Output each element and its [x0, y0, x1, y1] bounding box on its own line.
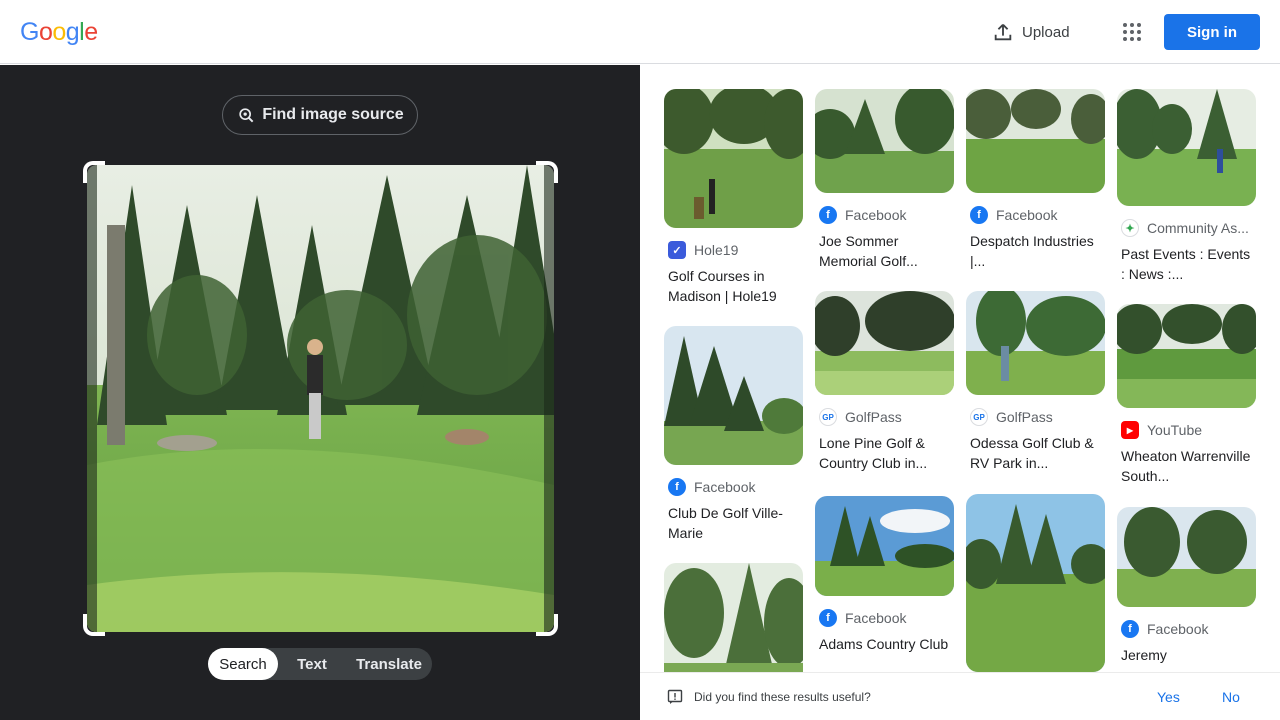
- facebook-icon: f: [1121, 620, 1139, 638]
- result-source: f Facebook: [815, 205, 954, 225]
- result-title[interactable]: Past Events : Events : News :...: [1117, 244, 1256, 284]
- feedback-no-button[interactable]: No: [1222, 689, 1240, 705]
- feedback-icon: [667, 689, 683, 704]
- result-title[interactable]: Adams Country Club: [815, 634, 954, 654]
- logo-letter: e: [84, 18, 98, 46]
- result-source-name: GolfPass: [845, 409, 902, 425]
- result-source-name: YouTube: [1147, 422, 1203, 438]
- logo-letter: o: [52, 18, 66, 46]
- result-source-name: Community As...: [1147, 220, 1249, 236]
- feedback-bar: Did you find these results useful? Yes N…: [640, 672, 1280, 720]
- result-title[interactable]: Despatch Industries |...: [966, 231, 1105, 271]
- lens-image-panel: Find image source Search Text Translate: [0, 65, 640, 720]
- result-thumbnail[interactable]: [1117, 507, 1256, 607]
- result-thumbnail[interactable]: [966, 89, 1105, 193]
- crop-handle-bottom-right[interactable]: [536, 614, 558, 636]
- result-card[interactable]: ▶ YouTube Wheaton Warrenville South...: [1117, 304, 1256, 486]
- golfpass-icon: GP: [970, 408, 988, 426]
- result-card[interactable]: f Facebook Adams Country Club: [815, 496, 954, 654]
- facebook-icon: f: [819, 609, 837, 627]
- result-card[interactable]: ✦ Community As... Past Events : Events :…: [1117, 89, 1256, 284]
- facebook-icon: f: [970, 206, 988, 224]
- result-source: GP GolfPass: [966, 407, 1105, 427]
- result-source-name: Facebook: [845, 207, 907, 223]
- find-image-source-button[interactable]: Find image source: [222, 95, 418, 135]
- logo-letter: g: [65, 18, 80, 46]
- golfpass-icon: GP: [819, 408, 837, 426]
- crop-handle-top-left[interactable]: [83, 161, 105, 183]
- result-card[interactable]: f Facebook Despatch Industries |...: [966, 89, 1105, 271]
- result-thumbnail[interactable]: [1117, 89, 1256, 206]
- apps-grid-icon[interactable]: [1120, 20, 1144, 44]
- query-image: [87, 165, 554, 632]
- feedback-yes-button[interactable]: Yes: [1157, 689, 1180, 705]
- result-thumbnail[interactable]: [664, 89, 803, 228]
- result-source-name: Facebook: [996, 207, 1058, 223]
- result-title[interactable]: Golf Courses in Madison | Hole19: [664, 266, 803, 306]
- result-card[interactable]: f Facebook Jeremy: [1117, 507, 1256, 665]
- result-card[interactable]: GP GolfPass Lone Pine Golf & Country Clu…: [815, 291, 954, 473]
- crop-handle-top-right[interactable]: [536, 161, 558, 183]
- result-source: f Facebook: [966, 205, 1105, 225]
- result-thumbnail[interactable]: [815, 496, 954, 596]
- google-logo[interactable]: Google: [20, 18, 98, 47]
- tab-search[interactable]: Search: [208, 648, 278, 680]
- result-title[interactable]: Lone Pine Golf & Country Club in...: [815, 433, 954, 473]
- result-card[interactable]: f Facebook Club De Golf Ville-Marie: [664, 326, 803, 543]
- facebook-icon: f: [668, 478, 686, 496]
- result-thumbnail[interactable]: [664, 326, 803, 465]
- logo-letter: G: [20, 18, 39, 46]
- result-title[interactable]: Club De Golf Ville-Marie: [664, 503, 803, 543]
- upload-button[interactable]: Upload: [992, 20, 1070, 44]
- find-image-source-label: Find image source: [262, 106, 404, 123]
- crop-selection[interactable]: [83, 161, 558, 636]
- result-source-name: Hole19: [694, 242, 739, 258]
- result-source: f Facebook: [1117, 619, 1256, 639]
- result-thumbnail[interactable]: [1117, 304, 1256, 408]
- result-source: f Facebook: [664, 477, 803, 497]
- result-thumbnail[interactable]: [966, 494, 1105, 672]
- result-source: ✦ Community As...: [1117, 218, 1256, 238]
- result-card[interactable]: ✓ Hole19 Golf Courses in Madison | Hole1…: [664, 89, 803, 306]
- result-title[interactable]: Jeremy: [1117, 645, 1256, 665]
- result-card[interactable]: GP GolfPass Odessa Golf Club & RV Park i…: [966, 291, 1105, 473]
- tab-translate[interactable]: Translate: [346, 648, 432, 680]
- top-bar: Google Upload Sign in: [0, 0, 1280, 64]
- result-source: ▶ YouTube: [1117, 420, 1256, 440]
- lens-mode-tabs: Search Text Translate: [208, 648, 432, 680]
- community-icon: ✦: [1121, 219, 1139, 237]
- logo-letter: o: [38, 18, 53, 46]
- result-source-name: Facebook: [694, 479, 756, 495]
- youtube-icon: ▶: [1121, 421, 1139, 439]
- result-thumbnail[interactable]: [815, 291, 954, 395]
- result-thumbnail[interactable]: [966, 291, 1105, 395]
- tab-text[interactable]: Text: [278, 648, 346, 680]
- hole19-icon: ✓: [668, 241, 686, 259]
- feedback-question: Did you find these results useful?: [694, 690, 871, 704]
- lens-search-icon: [239, 108, 254, 123]
- result-card[interactable]: [966, 494, 1105, 672]
- result-source-name: GolfPass: [996, 409, 1053, 425]
- result-source: GP GolfPass: [815, 407, 954, 427]
- result-source: f Facebook: [815, 608, 954, 628]
- result-source-name: Facebook: [845, 610, 907, 626]
- upload-icon: [994, 24, 1012, 41]
- result-title[interactable]: Odessa Golf Club & RV Park in...: [966, 433, 1105, 473]
- visual-matches-grid: ✓ Hole19 Golf Courses in Madison | Hole1…: [640, 65, 1280, 672]
- result-thumbnail[interactable]: [815, 89, 954, 193]
- sign-in-button[interactable]: Sign in: [1164, 14, 1260, 50]
- result-source: ✓ Hole19: [664, 240, 803, 260]
- crop-handle-bottom-left[interactable]: [83, 614, 105, 636]
- result-source-name: Facebook: [1147, 621, 1209, 637]
- result-card[interactable]: f Facebook Joe Sommer Memorial Golf...: [815, 89, 954, 271]
- facebook-icon: f: [819, 206, 837, 224]
- result-title[interactable]: Joe Sommer Memorial Golf...: [815, 231, 954, 271]
- result-title[interactable]: Wheaton Warrenville South...: [1117, 446, 1256, 486]
- result-thumbnail[interactable]: [664, 563, 803, 672]
- result-card[interactable]: [664, 563, 803, 672]
- upload-label: Upload: [1022, 23, 1070, 41]
